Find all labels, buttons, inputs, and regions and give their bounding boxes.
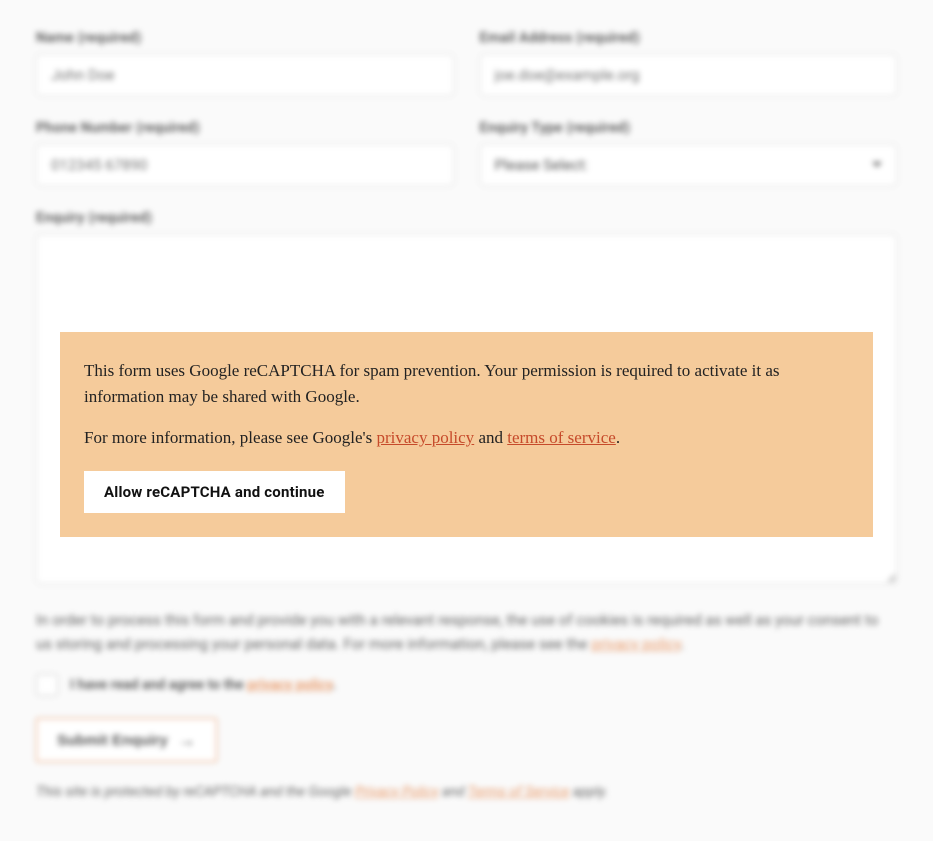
consent-text: In order to process this form and provid… — [36, 608, 897, 656]
privacy-policy-link[interactable]: privacy policy — [591, 635, 681, 653]
recaptcha-consent-modal: This form uses Google reCAPTCHA for spam… — [60, 332, 873, 537]
agree-checkbox[interactable] — [36, 674, 58, 696]
email-label: Email Address (required) — [480, 30, 898, 46]
modal-privacy-link[interactable]: privacy policy — [376, 428, 474, 447]
google-privacy-link[interactable]: Privacy Policy — [355, 784, 439, 800]
google-tos-link[interactable]: Terms of Service — [468, 784, 570, 800]
name-input[interactable] — [36, 54, 454, 96]
recaptcha-note: This site is protected by reCAPTCHA and … — [36, 784, 897, 800]
modal-tos-link[interactable]: terms of service — [507, 428, 616, 447]
modal-text-2: For more information, please see Google'… — [84, 425, 849, 451]
allow-recaptcha-button[interactable]: Allow reCAPTCHA and continue — [84, 471, 345, 513]
enquiry-type-select[interactable]: Please Select: — [480, 144, 898, 186]
enquiry-label: Enquiry (required) — [36, 210, 897, 226]
phone-input[interactable] — [36, 144, 454, 186]
email-input[interactable] — [480, 54, 898, 96]
enquiry-type-label: Enquiry Type (required) — [480, 120, 898, 136]
privacy-policy-link-2[interactable]: privacy policy — [247, 677, 332, 693]
agree-label: I have read and agree to the privacy pol… — [70, 677, 336, 693]
name-label: Name (required) — [36, 30, 454, 46]
modal-text-1: This form uses Google reCAPTCHA for spam… — [84, 358, 849, 411]
submit-label: Submit Enquiry — [57, 732, 168, 749]
submit-button[interactable]: Submit Enquiry → — [36, 718, 217, 762]
phone-label: Phone Number (required) — [36, 120, 454, 136]
arrow-right-icon: → — [178, 731, 196, 749]
agree-checkbox-row: I have read and agree to the privacy pol… — [36, 674, 897, 696]
